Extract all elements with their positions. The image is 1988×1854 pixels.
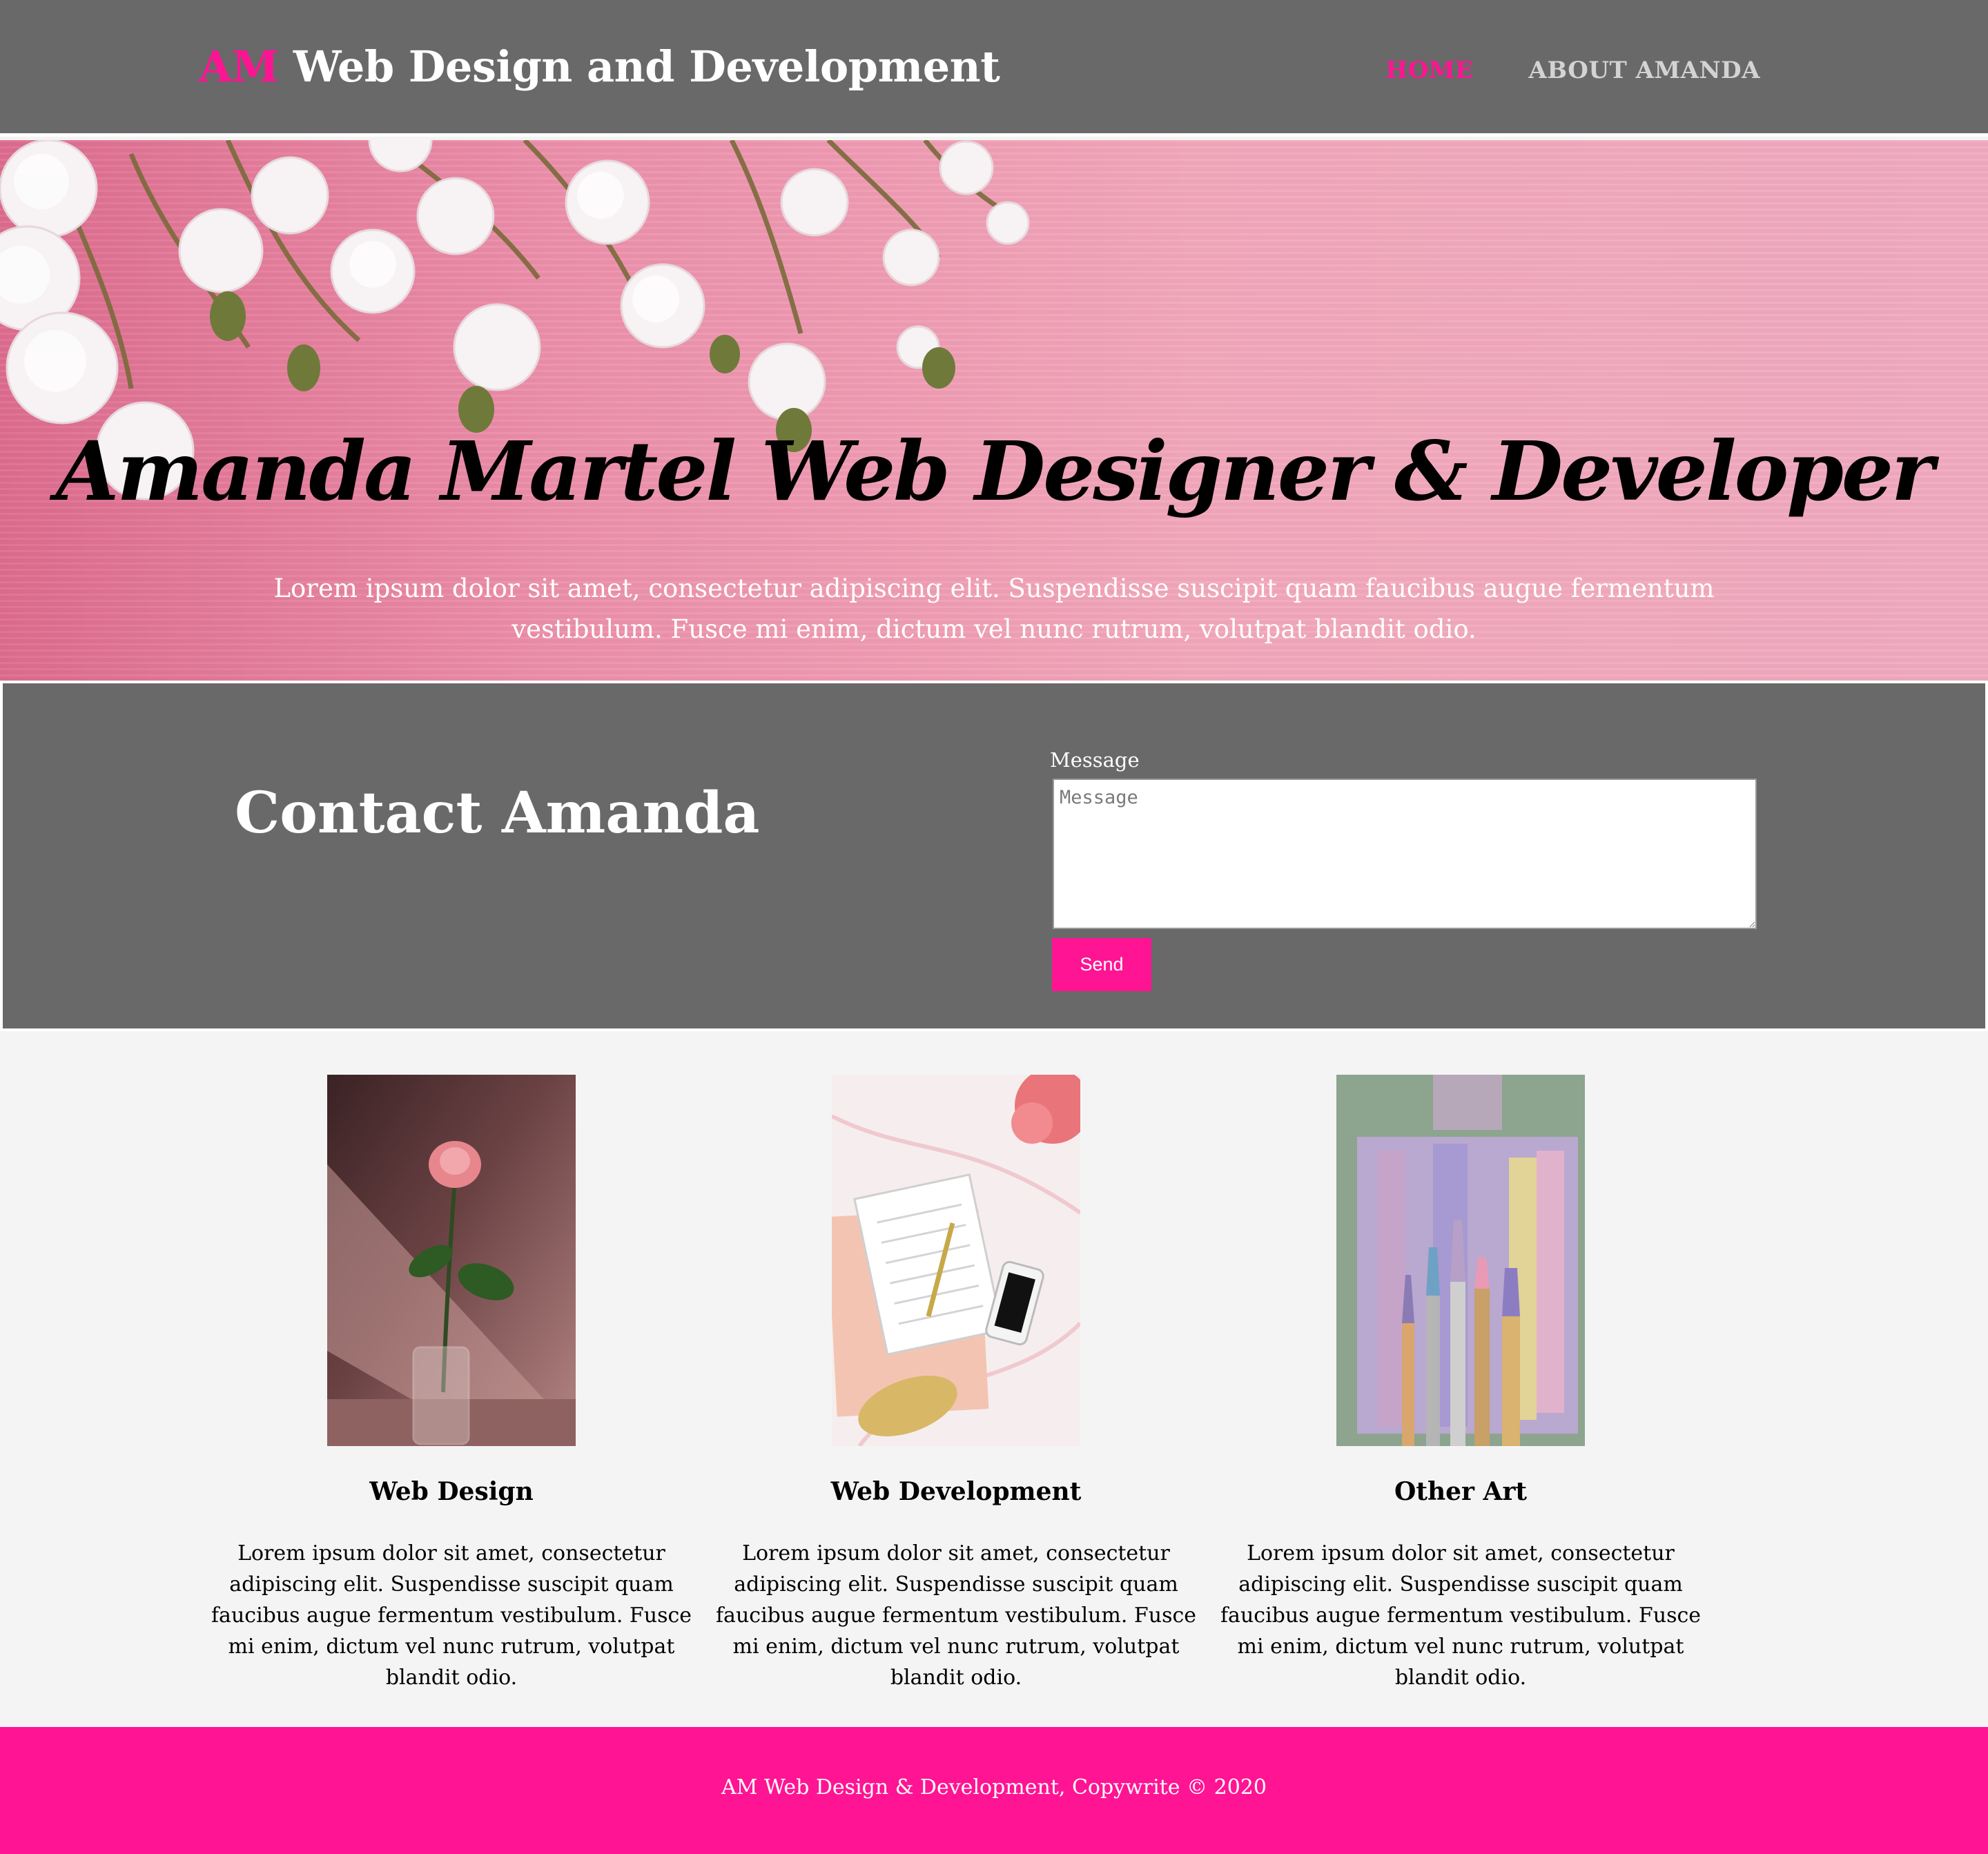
site-brand[interactable]: AM Web Design and Development [199, 41, 1000, 92]
service-text-web-design: Lorem ipsum dolor sit amet, consectetur … [211, 1541, 692, 1690]
footer-copyright: AM Web Design & Development, Copywrite ©… [721, 1775, 1267, 1799]
brand-name: Web Design and Development [278, 41, 1000, 92]
nav-home-link[interactable]: HOME [1385, 57, 1473, 84]
nav-about-link[interactable]: ABOUT AMANDA [1529, 57, 1761, 84]
notebook-flatlay-image [832, 1075, 1080, 1446]
contact-title: Contact Amanda [235, 780, 760, 846]
service-title-other-art: Other Art [1394, 1477, 1528, 1506]
send-button[interactable]: Send [1052, 938, 1151, 991]
hero-title: Amanda Martel Web Designer & Developer [55, 423, 1934, 519]
paint-brushes-image [1336, 1075, 1585, 1446]
service-text-other-art: Lorem ipsum dolor sit amet, consectetur … [1220, 1541, 1702, 1690]
service-text-web-development: Lorem ipsum dolor sit amet, consectetur … [715, 1541, 1197, 1690]
site-footer: AM Web Design & Development, Copywrite ©… [0, 1727, 1988, 1854]
hero-banner: Amanda Martel Web Designer & Developer L… [0, 140, 1988, 681]
message-textarea[interactable] [1053, 779, 1757, 929]
hero-description: Lorem ipsum dolor sit amet, consectetur … [273, 574, 1715, 644]
service-title-web-design: Web Design [369, 1477, 534, 1506]
contact-section: Contact Amanda Message Send [0, 681, 1988, 1031]
rose-vase-image [327, 1075, 576, 1446]
message-label: Message [1050, 748, 1140, 772]
brand-initials: AM [199, 41, 279, 92]
main-nav: HOME ABOUT AMANDA [1385, 57, 1760, 84]
site-header: AM Web Design and Development HOME ABOUT… [0, 0, 1988, 137]
service-title-web-development: Web Development [830, 1477, 1082, 1506]
